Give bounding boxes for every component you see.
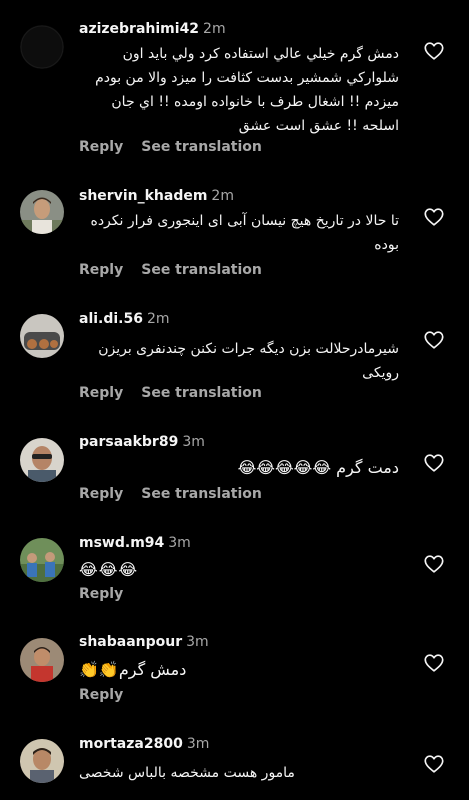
heart-icon[interactable] [423,652,445,674]
comment-actions: Reply See translation [79,385,262,401]
username[interactable]: mortaza2800 [79,736,183,752]
timestamp: 3m [182,434,205,450]
comment-actions: Reply See translation [79,139,262,155]
comment-text: دمش گرم👏👏 [79,660,187,679]
comment-header: mortaza2800 3m [79,736,209,752]
comment-header: ali.di.56 2m [79,311,170,327]
comment-actions: Reply [79,687,123,703]
comment-text: دمت گرم 😂😂😂😂😂 [237,458,399,477]
heart-icon[interactable] [423,329,445,351]
comment-actions: Reply [79,586,123,602]
avatar[interactable] [20,739,64,783]
see-translation-button[interactable]: See translation [141,385,262,401]
comment-text: شیرمادرحلالت بزن دیگه جرات نکنن چندنفری … [98,341,399,381]
comment-list: azizebrahimi42 2m دمش گرم خيلي عالي استفا… [0,0,469,800]
reply-button[interactable]: Reply [79,139,123,155]
avatar[interactable] [20,438,64,482]
reply-button[interactable]: Reply [79,687,123,703]
see-translation-button[interactable]: See translation [141,262,262,278]
comment-text: تا حالا در تاریخ هیچ نیسان آبی ای اینجور… [90,213,399,253]
comment-actions: Reply See translation [79,486,262,502]
comment-actions: Reply See translation [79,262,262,278]
comment-text: 😂😂😂 [79,560,139,579]
see-translation-button[interactable]: See translation [141,486,262,502]
comment-header: mswd.m94 3m [79,535,191,551]
username[interactable]: shervin_khadem [79,188,207,204]
avatar[interactable] [20,638,64,682]
heart-icon[interactable] [423,206,445,228]
comment-text: مامور هست مشخصه بالباس شخصی [79,765,295,781]
see-translation-button[interactable]: See translation [141,139,262,155]
reply-button[interactable]: Reply [79,486,123,502]
reply-button[interactable]: Reply [79,262,123,278]
heart-icon[interactable] [423,553,445,575]
comment-header: parsaakbr89 3m [79,434,205,450]
timestamp: 2m [211,188,234,204]
username[interactable]: ali.di.56 [79,311,143,327]
username[interactable]: shabaanpour [79,634,182,650]
reply-button[interactable]: Reply [79,586,123,602]
avatar[interactable] [20,190,64,234]
avatar[interactable] [20,25,64,69]
heart-icon[interactable] [423,452,445,474]
comment-header: shervin_khadem 2m [79,188,234,204]
timestamp: 3m [186,736,210,752]
timestamp: 3m [168,535,191,551]
comment-header: azizebrahimi42 2m [79,21,226,37]
timestamp: 2m [146,311,170,327]
heart-icon[interactable] [423,40,445,62]
avatar[interactable] [20,538,64,582]
comment-text: دمش گرم خيلي عالي استفاده كرد ولي بايد ا… [95,46,399,134]
heart-icon[interactable] [423,753,445,775]
username[interactable]: mswd.m94 [79,535,164,551]
username[interactable]: azizebrahimi42 [79,21,199,37]
username[interactable]: parsaakbr89 [79,434,178,450]
reply-button[interactable]: Reply [79,385,123,401]
timestamp: 3m [186,634,209,650]
avatar[interactable] [20,314,64,358]
comment-header: shabaanpour 3m [79,634,209,650]
timestamp: 2m [203,21,226,37]
